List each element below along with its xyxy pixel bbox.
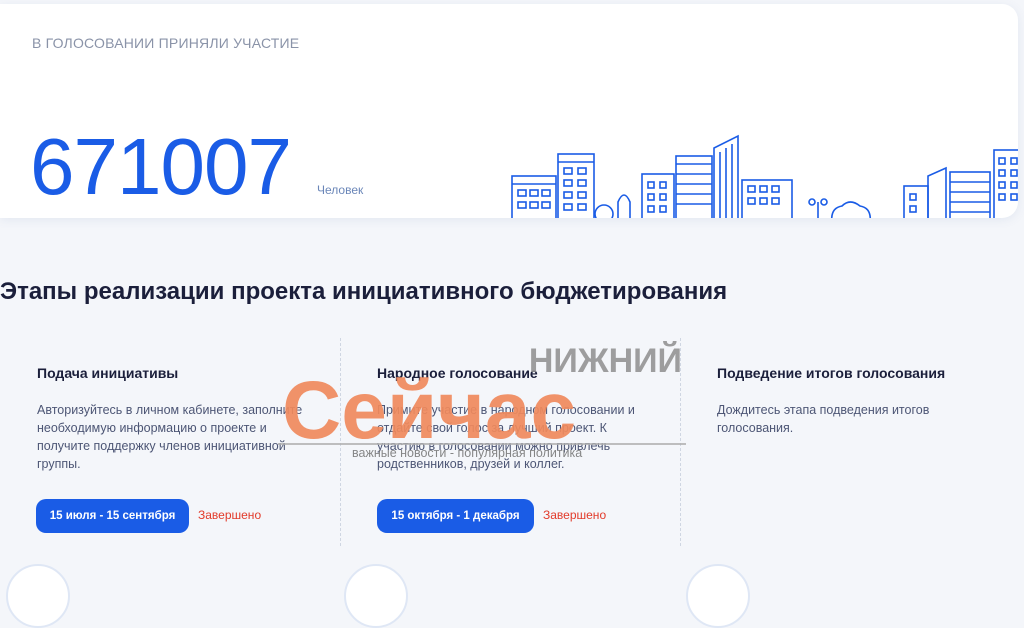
stages-list: Подача инициативы Авторизуйтесь в личном… (0, 338, 1024, 550)
stage-description: Примите участие в народном голосовании и… (377, 403, 635, 471)
stages-section-title: Этапы реализации проекта инициативного б… (0, 278, 728, 305)
stage-card-voting: Народное голосование Примите участие в н… (340, 338, 681, 546)
stage-icon-circle (344, 564, 408, 628)
stage-title: Подведение итогов голосования (717, 365, 946, 381)
stage-title: Подача инициативы (37, 365, 179, 381)
participation-unit: Человек (317, 183, 364, 197)
participation-card: В ГОЛОСОВАНИИ ПРИНЯЛИ УЧАСТИЕ 671007 Чел… (0, 4, 1018, 218)
stage-dates-button[interactable]: 15 октября - 1 декабря (377, 499, 534, 533)
stage-dates-button[interactable]: 15 июля - 15 сентября (36, 499, 189, 533)
city-skyline-illustration (511, 134, 1018, 218)
participation-label: В ГОЛОСОВАНИИ ПРИНЯЛИ УЧАСТИЕ (32, 35, 300, 51)
stage-status: Завершено (198, 508, 262, 522)
participation-count: 671007 (30, 122, 292, 211)
stage-card-submission: Подача инициативы Авторизуйтесь в личном… (20, 338, 340, 546)
stage-status: Завершено (543, 508, 607, 522)
stage-title: Народное голосование (377, 365, 538, 381)
stage-icon-circle (6, 564, 70, 628)
stage-card-results: Подведение итогов голосования Дождитесь … (680, 338, 1024, 546)
stage-description: Дождитесь этапа подведения итогов голосо… (717, 403, 930, 435)
stage-icon-circle (686, 564, 750, 628)
stage-description: Авторизуйтесь в личном кабинете, заполни… (37, 403, 303, 471)
